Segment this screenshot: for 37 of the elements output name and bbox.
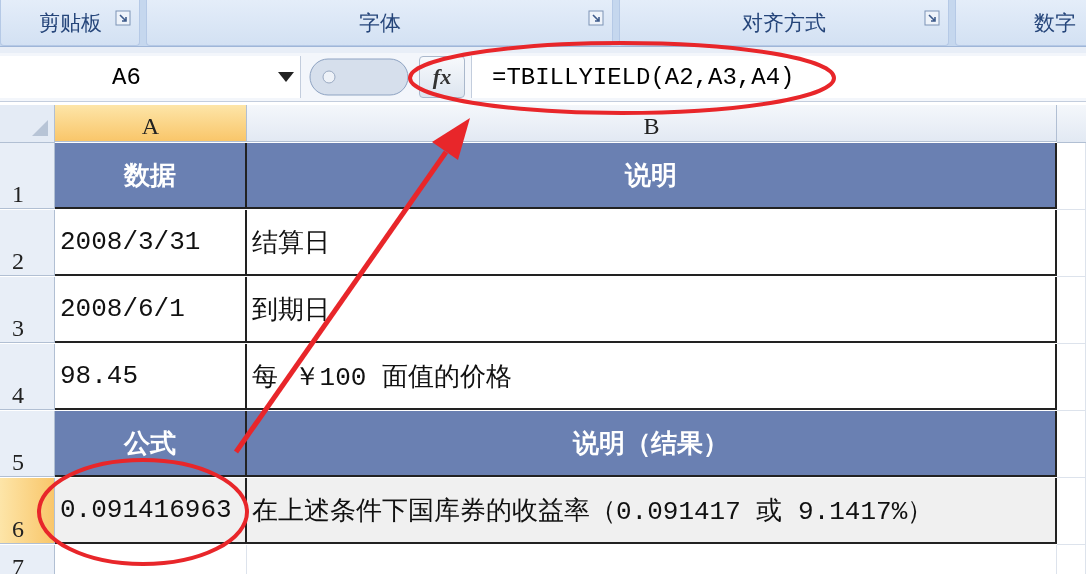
row-header[interactable]: 2 xyxy=(0,210,55,276)
column-header[interactable]: A xyxy=(55,105,247,142)
empty-cell xyxy=(1057,277,1086,344)
row-header[interactable]: 4 xyxy=(0,344,55,410)
empty-cell xyxy=(1057,411,1086,478)
table-cell: 2008/6/1 xyxy=(55,277,247,343)
empty-cell xyxy=(1057,478,1086,545)
header-cell: 公式 xyxy=(55,411,247,477)
ribbon-group-label: 字体 xyxy=(358,9,401,37)
splitter-handle[interactable] xyxy=(309,58,409,96)
table-cell: 0.091416963 xyxy=(55,478,247,544)
table-cell: 到期日 xyxy=(247,277,1057,343)
name-box[interactable]: A6 xyxy=(0,56,301,98)
table-cell: 98.45 xyxy=(55,344,247,410)
empty-cell xyxy=(1057,210,1086,277)
table-cell: 结算日 xyxy=(247,210,1057,276)
row-header[interactable]: 1 xyxy=(0,143,55,209)
caret-icon[interactable] xyxy=(278,72,294,82)
row-header[interactable]: 5 xyxy=(0,411,55,477)
row-header[interactable]: 3 xyxy=(0,277,55,343)
table-cell: 每 ￥100 面值的价格 xyxy=(247,344,1057,410)
dialog-launcher-icon[interactable] xyxy=(924,10,940,26)
ribbon-group-label: 剪贴板 xyxy=(38,9,102,37)
header-cell: 说明（结果） xyxy=(247,411,1057,477)
column-header[interactable]: B xyxy=(247,105,1057,142)
dialog-launcher-icon[interactable] xyxy=(588,10,604,26)
formula-field[interactable]: =TBILLYIELD(A2,A3,A4) xyxy=(471,56,1086,98)
empty-cell xyxy=(1057,344,1086,411)
row-header[interactable]: 6 xyxy=(0,478,55,544)
ribbon-group-label: 数字 xyxy=(1034,9,1076,37)
header-cell: 数据 xyxy=(55,143,247,209)
header-cell: 说明 xyxy=(247,143,1057,209)
dialog-launcher-icon[interactable] xyxy=(115,10,131,26)
table-cell: 在上述条件下国库券的收益率（0.091417 或 9.1417%） xyxy=(247,478,1057,544)
corner-triangle-icon xyxy=(32,120,48,136)
table-cell: 2008/3/31 xyxy=(55,210,247,276)
ribbon-group-label: 对齐方式 xyxy=(742,9,826,37)
